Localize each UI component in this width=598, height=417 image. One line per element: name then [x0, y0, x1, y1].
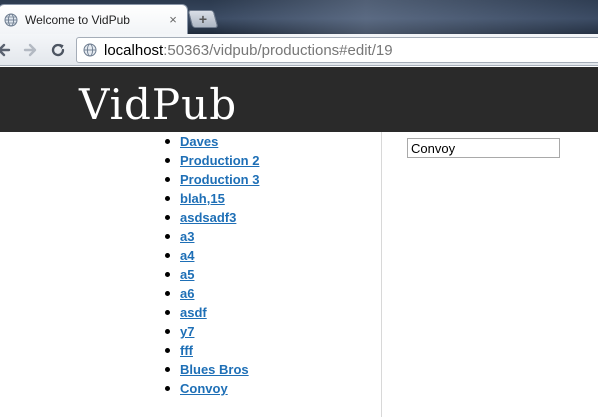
production-link[interactable]: Production 3 — [180, 172, 259, 187]
bullet — [165, 386, 170, 391]
bullet — [165, 291, 170, 296]
bullet — [165, 329, 170, 334]
url-path: :50363/vidpub/productions#edit/19 — [163, 41, 393, 59]
close-icon[interactable]: × — [165, 12, 181, 28]
forward-button[interactable] — [20, 40, 40, 60]
url-host: localhost — [104, 41, 164, 59]
bullet — [165, 348, 170, 353]
site-header: VidPub — [0, 67, 598, 132]
bullet — [165, 158, 170, 163]
production-link[interactable]: Convoy — [180, 381, 228, 396]
productions-list-panel: Daves Production 2 Production 3 blah,15 … — [0, 132, 382, 417]
arrow-left-icon — [0, 43, 11, 57]
list-item: Production 2 — [163, 151, 259, 170]
production-link[interactable]: a6 — [180, 286, 194, 301]
reload-icon — [51, 43, 65, 57]
bullet — [165, 234, 170, 239]
globe-icon — [3, 12, 19, 28]
list-item: y7 — [163, 322, 259, 341]
bullet — [165, 196, 170, 201]
production-link[interactable]: Production 2 — [180, 153, 259, 168]
bullet — [165, 215, 170, 220]
production-link[interactable]: asdf — [180, 305, 207, 320]
bullet — [165, 367, 170, 372]
productions-list: Daves Production 2 Production 3 blah,15 … — [163, 132, 259, 398]
list-item: a6 — [163, 284, 259, 303]
edit-panel — [383, 132, 598, 417]
bullet — [165, 272, 170, 277]
production-link[interactable]: y7 — [180, 324, 194, 339]
list-item: Blues Bros — [163, 360, 259, 379]
bullet — [165, 310, 170, 315]
list-item: a4 — [163, 246, 259, 265]
production-link[interactable]: a5 — [180, 267, 194, 282]
list-item: asdf — [163, 303, 259, 322]
list-item: asdsadf3 — [163, 208, 259, 227]
list-item: Production 3 — [163, 170, 259, 189]
browser-tab[interactable]: Welcome to VidPub × — [0, 4, 188, 34]
production-link[interactable]: a4 — [180, 248, 194, 263]
list-item: fff — [163, 341, 259, 360]
production-link[interactable]: fff — [180, 343, 193, 358]
list-item: Daves — [163, 132, 259, 151]
bullet — [165, 177, 170, 182]
page-info-icon[interactable] — [82, 42, 98, 58]
list-item: blah,15 — [163, 189, 259, 208]
tab-title: Welcome to VidPub — [25, 12, 130, 27]
production-link[interactable]: Daves — [180, 134, 218, 149]
production-link[interactable]: a3 — [180, 229, 194, 244]
bullet — [165, 139, 170, 144]
site-logo[interactable]: VidPub — [79, 79, 237, 131]
new-tab-button[interactable]: + — [187, 10, 219, 28]
bullet — [165, 253, 170, 258]
reload-button[interactable] — [48, 40, 68, 60]
tab-strip: Welcome to VidPub × + — [0, 0, 598, 34]
production-link[interactable]: asdsadf3 — [180, 210, 236, 225]
arrow-right-icon — [23, 43, 37, 57]
url-text: localhost:50363/vidpub/productions#edit/… — [104, 42, 393, 59]
address-bar[interactable]: localhost:50363/vidpub/productions#edit/… — [76, 37, 598, 63]
production-name-input[interactable] — [407, 138, 560, 158]
list-item: a3 — [163, 227, 259, 246]
list-item: a5 — [163, 265, 259, 284]
window-frame-background — [210, 0, 598, 34]
browser-toolbar: localhost:50363/vidpub/productions#edit/… — [0, 34, 598, 66]
main-content: Daves Production 2 Production 3 blah,15 … — [0, 132, 598, 417]
production-link[interactable]: blah,15 — [180, 191, 225, 206]
list-item: Convoy — [163, 379, 259, 398]
plus-icon: + — [198, 11, 208, 27]
back-button[interactable] — [0, 40, 14, 60]
production-link[interactable]: Blues Bros — [180, 362, 249, 377]
